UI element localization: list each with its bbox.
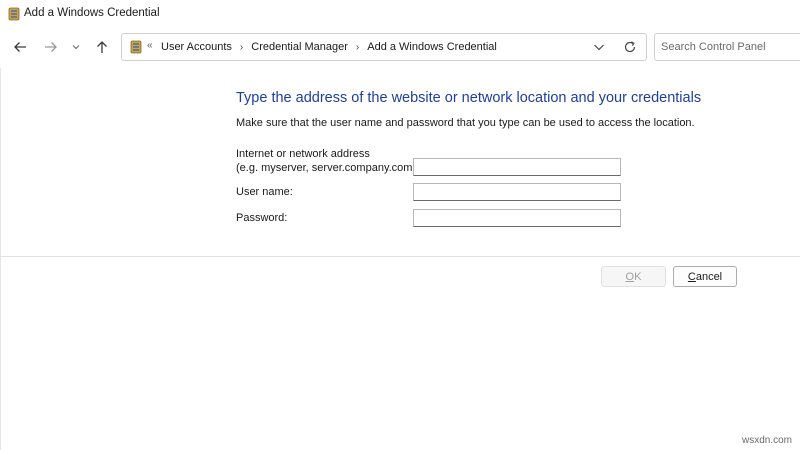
network-address-field[interactable] xyxy=(413,158,621,176)
ok-label-rest: K xyxy=(634,270,642,283)
navigation-bar: « User Accounts › Credential Manager › A… xyxy=(0,28,800,68)
window-title: Add a Windows Credential xyxy=(24,7,160,19)
search-input[interactable] xyxy=(654,33,800,61)
credential-manager-icon xyxy=(8,7,20,21)
ok-button[interactable]: OK xyxy=(601,266,666,287)
chevron-down-icon xyxy=(72,45,80,50)
cancel-button[interactable]: Cancel xyxy=(673,266,737,287)
address-bar[interactable]: « User Accounts › Credential Manager › A… xyxy=(121,33,647,61)
username-label: User name: xyxy=(236,186,293,198)
breadcrumb-add-windows-credential[interactable]: Add a Windows Credential xyxy=(366,41,498,53)
page-title: Type the address of the website or netwo… xyxy=(236,90,702,106)
watermark: wsxdn.com xyxy=(741,435,792,446)
address-label-line2: (e.g. myserver, server.company.com): xyxy=(236,162,420,174)
arrow-left-icon xyxy=(14,42,26,52)
arrow-up-icon xyxy=(97,41,107,53)
breadcrumb: User Accounts › Credential Manager › Add… xyxy=(160,41,498,53)
up-button[interactable] xyxy=(92,37,112,57)
address-dropdown-icon[interactable] xyxy=(592,40,606,54)
password-label: Password: xyxy=(236,212,288,224)
forward-button[interactable] xyxy=(41,37,61,57)
refresh-icon[interactable] xyxy=(622,39,638,55)
breadcrumb-separator[interactable]: › xyxy=(240,42,243,53)
cancel-mnemonic: C xyxy=(687,270,696,283)
address-label: Internet or network address (e.g. myserv… xyxy=(236,147,419,175)
credential-manager-icon xyxy=(130,40,142,54)
address-label-line1: Internet or network address xyxy=(236,148,370,160)
title-bar[interactable]: Add a Windows Credential xyxy=(0,0,800,28)
back-button[interactable] xyxy=(10,37,30,57)
ok-mnemonic: O xyxy=(625,270,635,283)
recent-locations-button[interactable] xyxy=(66,37,86,57)
breadcrumb-credential-manager[interactable]: Credential Manager xyxy=(250,41,349,53)
username-field[interactable] xyxy=(413,183,621,201)
content-area: Type the address of the website or netwo… xyxy=(0,68,800,450)
breadcrumb-separator[interactable]: › xyxy=(356,42,359,53)
password-field[interactable] xyxy=(413,209,621,227)
cancel-label-rest: ancel xyxy=(695,270,723,283)
arrow-right-icon xyxy=(45,42,57,52)
breadcrumb-user-accounts[interactable]: User Accounts xyxy=(160,41,233,53)
page-instructions: Make sure that the user name and passwor… xyxy=(236,117,695,129)
divider xyxy=(0,256,800,257)
add-credential-window: Add a Windows Credential « User Accounts… xyxy=(0,0,800,450)
window-edge xyxy=(0,68,1,450)
address-overflow-chevron[interactable]: « xyxy=(147,40,153,51)
